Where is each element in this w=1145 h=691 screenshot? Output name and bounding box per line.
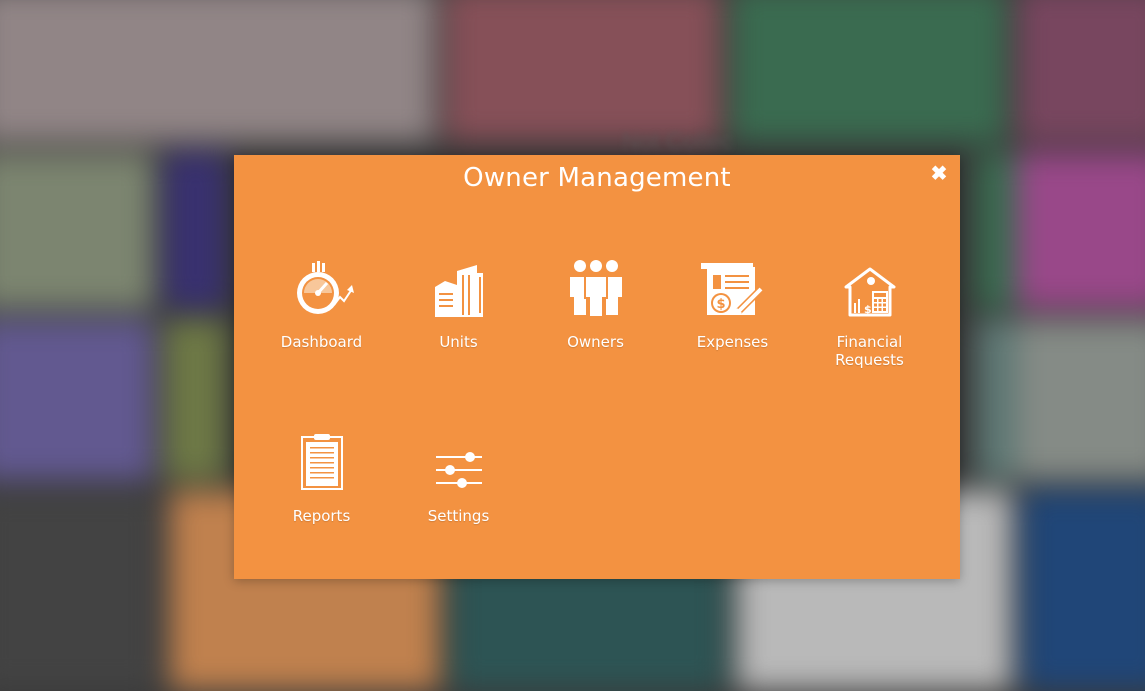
- modal-title: Owner Management: [463, 163, 731, 193]
- menu-item-dashboard[interactable]: Dashboard: [253, 255, 390, 365]
- svg-text:$: $: [716, 297, 725, 312]
- buildings-icon: [434, 265, 483, 317]
- menu-item-financial-requests[interactable]: $ Financial Requests: [801, 255, 938, 369]
- menu-item-label: Units: [439, 333, 478, 351]
- menu-item-label: Settings: [427, 507, 490, 525]
- speedometer-icon: [296, 261, 354, 314]
- owner-management-modal: Owner Management ✖ Dashboard Units Owner…: [234, 155, 960, 579]
- clipboard-icon: [300, 434, 343, 490]
- menu-item-label: Reports: [292, 507, 351, 525]
- menu-item-label: Expenses: [696, 333, 769, 351]
- menu-item-expenses[interactable]: $ Expenses: [664, 255, 801, 365]
- menu-item-units[interactable]: Units: [390, 255, 527, 365]
- people-icon: [569, 260, 622, 317]
- menu-item-label: Financial Requests: [835, 333, 904, 369]
- invoice-money-icon: $: [700, 263, 763, 315]
- menu-item-owners[interactable]: Owners: [527, 255, 664, 365]
- svg-text:$: $: [864, 303, 872, 316]
- close-icon[interactable]: ✖: [928, 163, 950, 185]
- bg-blurred-label: Not Collec: [622, 128, 733, 155]
- menu-item-label: Dashboard: [280, 333, 363, 351]
- menu-item-label: Owners: [567, 333, 624, 351]
- menu-item-settings[interactable]: Settings: [390, 429, 527, 539]
- house-calculator-icon: $: [844, 267, 895, 317]
- sliders-icon: [435, 452, 482, 488]
- menu-item-reports[interactable]: Reports: [253, 429, 390, 539]
